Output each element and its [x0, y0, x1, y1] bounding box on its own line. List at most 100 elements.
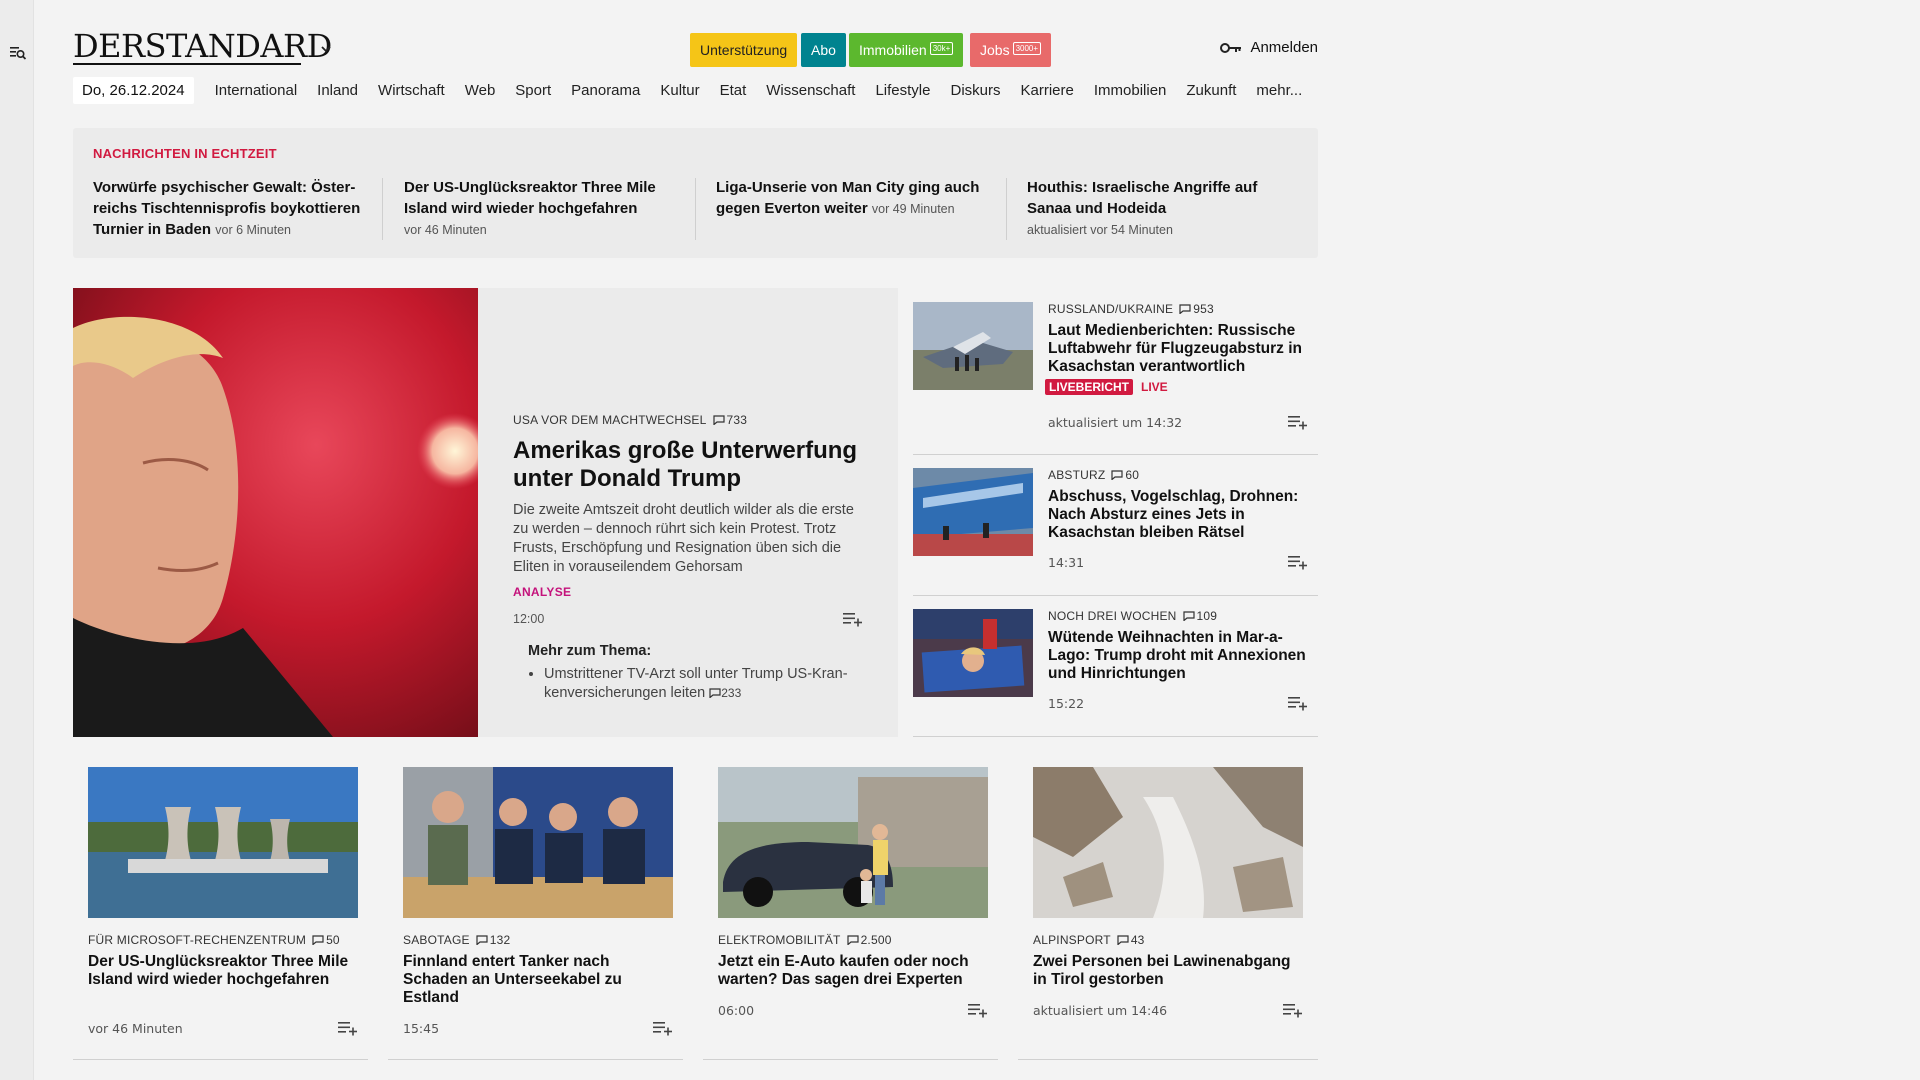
comment-icon	[1117, 935, 1129, 945]
site-logo[interactable]: DERSTANDARD	[73, 28, 332, 64]
add-to-list-icon[interactable]	[1288, 554, 1308, 570]
nav-item-sport[interactable]: Sport	[515, 82, 551, 99]
card-image[interactable]	[403, 767, 673, 918]
side-teaser[interactable]: RUSSLAND/UKRAINE 953 Laut Medienberichte…	[913, 288, 1318, 455]
nav-item-web[interactable]: Web	[465, 82, 496, 99]
card-kicker: ELEKTROMOBILITÄT 2.500	[718, 933, 988, 947]
promo-badge: 30k+	[929, 42, 954, 55]
card-kicker-text: FÜR MICROSOFT-RECHENZENTRUM	[88, 933, 307, 947]
hero-image[interactable]	[73, 288, 478, 737]
live-text: LIVE	[1141, 380, 1168, 394]
side-comment-count[interactable]: 109	[1197, 609, 1218, 623]
side-teaser-image[interactable]	[913, 468, 1033, 556]
promo-jobs-button[interactable]: Jobs 3000+	[970, 33, 1052, 67]
comment-icon	[846, 935, 859, 945]
logo-underline	[73, 63, 301, 65]
article-card[interactable]: ELEKTROMOBILITÄT 2.500 Jetzt ein E-Auto …	[703, 752, 998, 1060]
card-title[interactable]: Zwei Personen bei Lawinenabgang in Tirol…	[1033, 953, 1303, 989]
comment-icon	[476, 935, 488, 945]
card-image[interactable]	[718, 767, 988, 918]
side-title[interactable]: Wütende Weihnachten in Mar-a-Lago: Trump…	[1048, 629, 1308, 683]
comment-icon	[1179, 304, 1191, 314]
more-topic-link[interactable]: Umstrittener TV-Arzt soll unter Trump US…	[544, 665, 863, 703]
article-card[interactable]: SABOTAGE 132 Finnland entert Tanker nach…	[388, 752, 683, 1060]
chevron-down-icon[interactable]	[319, 42, 333, 56]
add-to-list-icon[interactable]	[1283, 1002, 1303, 1018]
article-card[interactable]: FÜR MICROSOFT-RECHENZENTRUM 50 Der US-Un…	[73, 752, 368, 1060]
ticker-headline: Der US-Unglücksreaktor Three Mile Island…	[404, 179, 656, 217]
card-time: 06:00	[718, 1002, 755, 1018]
ticker-item[interactable]: Houthis: Israelische Angriffe auf Sanaa …	[1027, 177, 1297, 241]
comment-icon	[712, 415, 725, 425]
side-teaser-text: RUSSLAND/UKRAINE 953 Laut Medienberichte…	[1045, 302, 1308, 395]
card-comment-count[interactable]: 50	[326, 933, 340, 947]
card-comment-count[interactable]: 43	[1131, 933, 1145, 947]
card-time: vor 46 Minuten	[88, 1020, 183, 1036]
side-kicker-text: ABSTURZ	[1048, 468, 1106, 482]
promo-immobilien-button[interactable]: Immobilien 30k+	[849, 33, 964, 67]
hero-body: USA VOR DEM MACHTWECHSEL 733 Amerikas gr…	[513, 413, 863, 703]
add-to-list-icon[interactable]	[968, 1002, 988, 1018]
promo-label: Jobs	[980, 42, 1010, 58]
card-footer: aktualisiert um 14:46	[1033, 1002, 1303, 1018]
ticker-time: vor 49 Minuten	[871, 202, 955, 216]
ticker-item[interactable]: Vorwürfe psychischer Gewalt: Öster­reich…	[93, 177, 383, 241]
nav-item-immobilien[interactable]: Immobilien	[1094, 82, 1167, 99]
card-comment-count[interactable]: 2.500	[861, 933, 892, 947]
card-text: SABOTAGE 132 Finnland entert Tanker nach…	[403, 933, 673, 1007]
add-to-list-icon[interactable]	[338, 1020, 358, 1036]
ticker-item[interactable]: Der US-Unglücksreaktor Three Mile Island…	[404, 177, 684, 241]
side-teaser-text: ABSTURZ 60 Abschuss, Vogelschlag, Drohne…	[1048, 468, 1308, 542]
card-kicker-text: SABOTAGE	[403, 933, 470, 947]
side-title[interactable]: Laut Medienberichten: Russische Luftabwe…	[1048, 322, 1308, 376]
nav-item-kultur[interactable]: Kultur	[660, 82, 699, 99]
side-kicker: RUSSLAND/UKRAINE 953	[1048, 302, 1308, 316]
nav-item-inland[interactable]: Inland	[317, 82, 358, 99]
divider	[382, 178, 383, 240]
divider	[1006, 178, 1007, 240]
nav-item-international[interactable]: International	[215, 82, 298, 99]
add-to-list-icon[interactable]	[843, 611, 863, 627]
hero-title[interactable]: Amerikas große Unterwerfung unter Donald…	[513, 437, 863, 493]
side-comment-count[interactable]: 60	[1125, 468, 1139, 482]
side-comment-count[interactable]: 953	[1193, 302, 1214, 316]
hero-article[interactable]: USA VOR DEM MACHTWECHSEL 733 Amerikas gr…	[73, 288, 898, 737]
nav-item-karriere[interactable]: Karriere	[1021, 82, 1074, 99]
article-card[interactable]: ALPINSPORT 43 Zwei Personen bei Lawinena…	[1018, 752, 1318, 1060]
side-footer: 15:22	[1048, 695, 1308, 711]
promo-support-button[interactable]: Unterstützung	[690, 33, 798, 67]
hero-comment-count[interactable]: 733	[727, 413, 748, 427]
add-to-list-icon[interactable]	[1288, 414, 1308, 430]
nav-item-lifestyle[interactable]: Lifestyle	[875, 82, 930, 99]
card-title[interactable]: Finnland entert Tanker nach Schaden an U…	[403, 953, 673, 1007]
nav-item-etat[interactable]: Etat	[720, 82, 747, 99]
card-title[interactable]: Der US-Unglücksreaktor Three Mile Island…	[88, 953, 358, 989]
login-button[interactable]: Anmelden	[1220, 39, 1318, 56]
side-teaser[interactable]: ABSTURZ 60 Abschuss, Vogelschlag, Drohne…	[913, 454, 1318, 596]
card-comment-count[interactable]: 132	[490, 933, 511, 947]
side-teaser-image[interactable]	[913, 302, 1033, 390]
live-badge: LIVEBERICHT	[1045, 379, 1134, 395]
card-title[interactable]: Jetzt ein E-Auto kaufen oder noch warten…	[718, 953, 988, 989]
card-kicker-text: ELEKTROMOBILITÄT	[718, 933, 841, 947]
card-text: ALPINSPORT 43 Zwei Personen bei Lawinena…	[1033, 933, 1303, 989]
card-image[interactable]	[1033, 767, 1303, 918]
hero-kicker: USA VOR DEM MACHTWECHSEL 733	[513, 413, 863, 427]
nav-item-more[interactable]: mehr...	[1256, 82, 1302, 99]
ticker-title: NACHRICHTEN IN ECHTZEIT	[93, 146, 277, 161]
card-image[interactable]	[88, 767, 358, 918]
side-teaser[interactable]: NOCH DREI WOCHEN 109 Wütende Weihnachten…	[913, 595, 1318, 737]
nav-item-panorama[interactable]: Panorama	[571, 82, 640, 99]
side-title[interactable]: Abschuss, Vogelschlag, Drohnen: Nach Abs…	[1048, 488, 1308, 542]
more-topic-comment-count[interactable]: 233	[721, 686, 741, 700]
nav-item-wirtschaft[interactable]: Wirtschaft	[378, 82, 445, 99]
add-to-list-icon[interactable]	[653, 1020, 673, 1036]
nav-item-wissenschaft[interactable]: Wissenschaft	[766, 82, 855, 99]
ticker-item[interactable]: Liga-Unserie von Man City ging auch gege…	[716, 177, 996, 220]
promo-abo-button[interactable]: Abo	[801, 33, 846, 67]
search-menu-icon[interactable]	[9, 44, 27, 62]
side-teaser-image[interactable]	[913, 609, 1033, 697]
nav-item-diskurs[interactable]: Diskurs	[950, 82, 1000, 99]
nav-item-zukunft[interactable]: Zukunft	[1186, 82, 1236, 99]
add-to-list-icon[interactable]	[1288, 695, 1308, 711]
